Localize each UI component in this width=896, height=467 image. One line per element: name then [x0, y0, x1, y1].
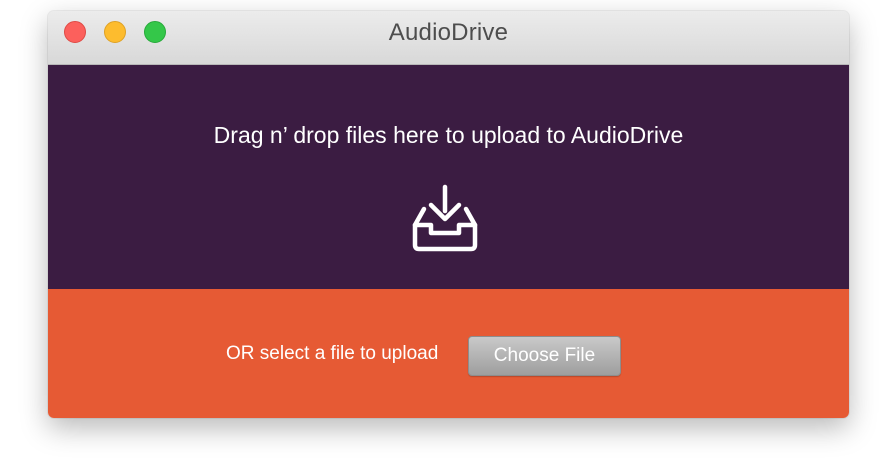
select-file-text: OR select a file to upload [226, 343, 439, 364]
title-bar[interactable]: AudioDrive [48, 11, 849, 65]
download-tray-icon [412, 184, 478, 252]
choose-file-button[interactable]: Choose File [468, 336, 621, 376]
drop-zone-text: Drag n’ drop files here to upload to Aud… [213, 122, 684, 148]
window-title: AudioDrive [388, 19, 509, 46]
app-window: AudioDrive Drag n’ drop files here to up… [48, 11, 849, 418]
drop-zone[interactable]: Drag n’ drop files here to upload to Aud… [48, 65, 849, 289]
select-zone: OR select a file to upload Choose File [48, 289, 849, 418]
